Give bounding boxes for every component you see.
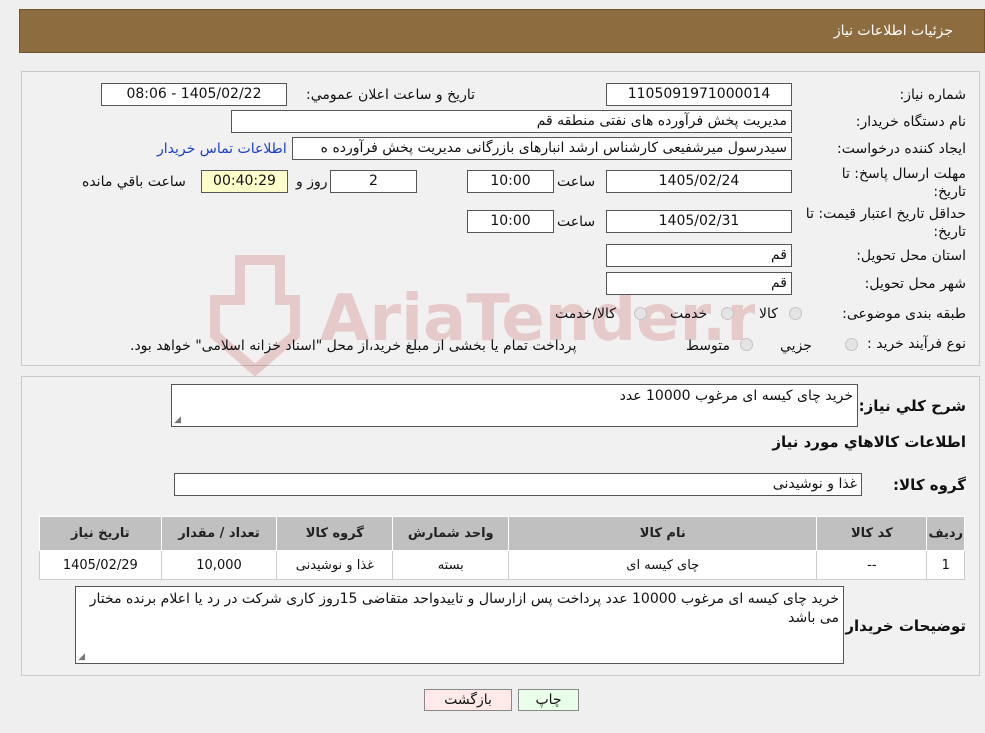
resize-grip-icon[interactable]: ◢: [77, 653, 85, 662]
process-medium-label: متوسط: [686, 338, 730, 354]
days-label: روز و: [296, 174, 328, 190]
buyer-notes-textarea: خرید چای کیسه ای مرغوب 10000 عدد پرداخت …: [75, 586, 844, 664]
deadline-time-label: ساعت: [557, 174, 596, 190]
cell-code: --: [816, 550, 928, 580]
announce-datetime-field: 1405/02/22 - 08:06: [101, 83, 287, 106]
category-service-label: خدمت: [670, 306, 708, 322]
buyer-notes-text: خرید چای کیسه ای مرغوب 10000 عدد پرداخت …: [89, 591, 839, 626]
cell-quantity: 10,000: [160, 550, 278, 580]
cell-date: 1405/02/29: [39, 550, 162, 580]
need-number-label: شماره نياز:: [899, 87, 967, 103]
table-row: 1 -- چای کیسه ای بسته غذا و نوشیدنی 10,0…: [39, 550, 965, 580]
buyer-org-field: مدیریت پخش فرآورده های نفتی منطقه قم: [231, 110, 792, 133]
summary-label: شرح كلي نياز:: [858, 397, 966, 415]
city-label: شهر محل تحويل:: [864, 276, 966, 292]
price-validity-date-field: 1405/02/31: [606, 210, 792, 233]
cell-row-number: 1: [926, 550, 965, 580]
category-service-radio[interactable]: [721, 307, 734, 320]
cell-group: غذا و نوشیدنی: [276, 550, 394, 580]
summary-text: خرید چای کیسه ای مرغوب 10000 عدد: [619, 388, 853, 404]
category-goods-label: کالا: [759, 306, 778, 322]
col-header-row-number: رديف: [926, 516, 965, 551]
price-validity-label: حداقل تاريخ اعتبار قيمت: تا: [805, 206, 966, 222]
deadline-time-field: 10:00: [467, 170, 554, 193]
buyer-org-label: نام دستگاه خريدار:: [855, 114, 966, 130]
process-minor-radio[interactable]: [845, 338, 858, 351]
summary-textarea: خرید چای کیسه ای مرغوب 10000 عدد ◢: [171, 384, 858, 427]
price-time-label: ساعت: [557, 214, 596, 230]
goods-group-field: غذا و نوشیدنی: [174, 473, 862, 496]
col-header-group: گروه كالا: [276, 516, 394, 551]
deadline-label: مهلت ارسال پاسخ: تا: [841, 166, 966, 182]
category-label: طبقه بندی موضوعی:: [842, 306, 966, 322]
deadline-date-field: 1405/02/24: [606, 170, 792, 193]
province-field: قم: [606, 244, 792, 267]
process-note: پرداخت تمام یا بخشی از مبلغ خرید،از محل …: [130, 338, 577, 354]
creator-field: سیدرسول میرشفیعی کارشناس ارشد انبارهای ب…: [292, 137, 792, 160]
days-remaining-field: 2: [330, 170, 417, 193]
buyer-contact-link[interactable]: اطلاعات تماس خريدار: [157, 141, 287, 157]
goods-group-label: گروه كالا:: [893, 476, 966, 494]
buyer-notes-label: توضيحات خريدار:: [839, 617, 966, 635]
print-button[interactable]: چاپ: [518, 689, 579, 711]
col-header-name: نام كالا: [508, 516, 818, 551]
province-label: استان محل تحويل:: [856, 248, 966, 264]
page-header: جزئيات اطلاعات نياز: [19, 9, 985, 53]
cell-unit: بسته: [392, 550, 510, 580]
items-table: رديف كد كالا نام كالا واحد شمارش گروه كا…: [39, 516, 965, 580]
city-field: قم: [606, 272, 792, 295]
col-header-unit: واحد شمارش: [392, 516, 510, 551]
category-goods-service-radio[interactable]: [634, 307, 647, 320]
col-header-code: كد كالا: [816, 516, 928, 551]
deadline-label-date: تاريخ:: [933, 184, 966, 200]
category-goods-radio[interactable]: [789, 307, 802, 320]
process-medium-radio[interactable]: [740, 338, 753, 351]
category-goods-service-label: کالا/خدمت: [555, 306, 616, 322]
cell-name: چای کیسه ای: [508, 550, 818, 580]
price-validity-time-field: 10:00: [467, 210, 554, 233]
items-section-title: اطلاعات كالاهاي مورد نياز: [772, 433, 966, 451]
remaining-time-field: 00:40:29: [201, 170, 288, 193]
announce-label: تاريخ و ساعت اعلان عمومي:: [306, 87, 475, 103]
col-header-quantity: تعداد / مقدار: [160, 516, 278, 551]
process-type-label: نوع فرآيند خريد :: [867, 336, 966, 352]
table-header-row: رديف كد كالا نام كالا واحد شمارش گروه كا…: [39, 516, 965, 551]
process-minor-label: جزيي: [780, 338, 812, 354]
price-validity-label-date: تاريخ:: [933, 224, 966, 240]
remaining-label: ساعت باقي مانده: [82, 174, 186, 190]
page-title: جزئيات اطلاعات نياز: [833, 23, 953, 39]
creator-label: ايجاد کننده درخواست:: [837, 141, 966, 157]
resize-grip-icon[interactable]: ◢: [173, 416, 181, 425]
col-header-date: تاريخ نياز: [39, 516, 162, 551]
need-number-field: 1105091971000014: [606, 83, 792, 106]
back-button[interactable]: بازگشت: [424, 689, 512, 711]
